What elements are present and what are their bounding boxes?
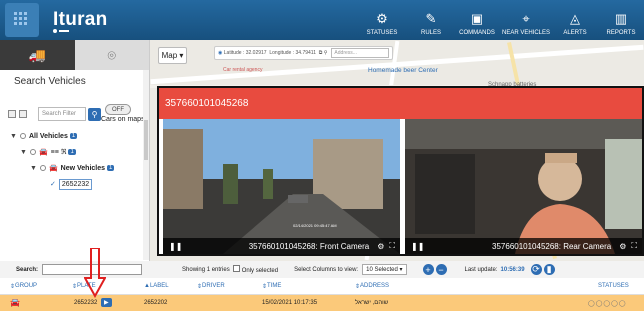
- app-logo-icon: [5, 3, 39, 37]
- settings-icon[interactable]: ⚙: [377, 242, 384, 251]
- tab-vehicles[interactable]: 🚚: [0, 40, 75, 70]
- rear-camera-label: 357660101045268: Rear Camera: [492, 241, 612, 251]
- refresh-icon[interactable]: ⟳: [530, 264, 542, 275]
- vehicle-tree: ▼ All Vehicles 1 ▼ 🚘 ≡≡ ℜ1 ▼ 🚘 New Vehicles…: [0, 128, 149, 192]
- left-panel: 🚚 ⌾ Search Vehicles Search Filter ⚲ OFF …: [0, 40, 150, 261]
- car-icon: 🚘: [10, 298, 20, 307]
- caret-down-icon[interactable]: ▼: [10, 133, 17, 140]
- left-scrollbar[interactable]: [143, 70, 149, 260]
- main-nav: ⚙ STATUSES ✎ RULES ▣ COMMANDS ⌖ NEAR VEHICLE…: [356, 0, 644, 40]
- status-icons: ◯◯◯◯◯: [588, 301, 627, 307]
- commands-icon: ▣: [470, 11, 484, 26]
- poi-label: Homemade beer Center: [368, 67, 438, 74]
- last-update-time: 10:56:39: [500, 266, 525, 273]
- only-selected-checkbox[interactable]: Only selected: [232, 265, 278, 274]
- search-icon[interactable]: ⚲: [324, 50, 328, 56]
- search-filter-input[interactable]: Search Filter: [38, 107, 86, 121]
- cars-on-maps-label: Cars on maps: [101, 116, 145, 123]
- search-vehicles-title: Search Vehicles: [14, 76, 86, 87]
- nav-statuses[interactable]: ⚙ STATUSES: [356, 0, 408, 40]
- copy-icon[interactable]: ⧉: [319, 50, 323, 56]
- fullscreen-icon[interactable]: ⛶: [631, 241, 637, 251]
- cell-plate: 2652232: [74, 300, 98, 306]
- location-pin-icon: ◉: [218, 50, 223, 56]
- entries-count: Showing 1 entries: [182, 266, 230, 273]
- last-update-label: Last update:: [464, 266, 498, 273]
- search-label: Search:: [16, 266, 39, 273]
- nav-alerts[interactable]: ◬ ALERTS: [552, 0, 598, 40]
- tree-group[interactable]: ▼ 🚘 ≡≡ ℜ1: [0, 144, 149, 160]
- caret-down-icon[interactable]: ▼: [30, 165, 37, 172]
- car-icon: 🚘: [38, 149, 48, 156]
- truck-icon: 🚚: [28, 46, 46, 63]
- fullscreen-icon[interactable]: ⛶: [389, 241, 395, 251]
- collapse-all-icon[interactable]: [19, 110, 27, 118]
- col-time[interactable]: ⇕ TIME: [262, 283, 281, 290]
- cell-time: 15/02/2021 10:17:35: [262, 300, 318, 306]
- zoom-out-button[interactable]: −: [435, 264, 447, 275]
- nav-commands[interactable]: ▣ COMMANDS: [454, 0, 500, 40]
- alerts-icon: ◬: [570, 11, 580, 26]
- settings-icon[interactable]: ⚙: [619, 242, 626, 251]
- nav-rules[interactable]: ✎ RULES: [408, 0, 454, 40]
- col-statuses[interactable]: STATUSES: [598, 283, 629, 289]
- video-dialog: 357660101045268 02/14/2021 09:45:47 AM ❚…: [157, 86, 644, 256]
- car-icon: 🚘: [48, 165, 58, 172]
- play-pause-button[interactable]: ❚❚: [411, 242, 424, 251]
- col-group[interactable]: ⇕ GROUP: [10, 283, 37, 290]
- search-icon: ⚲: [91, 109, 98, 119]
- col-driver[interactable]: ⇕ DRIVER: [197, 283, 225, 290]
- tree-all-vehicles[interactable]: ▼ All Vehicles 1: [0, 128, 149, 144]
- nav-near-vehicles[interactable]: ⌖ NEAR VEHICLES: [500, 0, 552, 40]
- front-camera-image: [163, 119, 400, 254]
- pause-refresh-icon[interactable]: ▮: [543, 264, 555, 275]
- reports-icon: ▥: [614, 11, 628, 26]
- tab-locations[interactable]: ⌾: [74, 40, 149, 70]
- select-columns-label: Select Columns to view:: [294, 266, 359, 273]
- top-bar: Ituran ⚙ STATUSES ✎ RULES ▣ COMMANDS ⌖ NEAR …: [0, 0, 644, 40]
- col-plate[interactable]: ⇕ PLATE: [72, 283, 96, 290]
- map-type-dropdown[interactable]: Map ▾: [158, 47, 187, 64]
- video-camera-icon[interactable]: ▶: [101, 298, 112, 307]
- statuses-icon: ⚙: [376, 11, 388, 26]
- cell-label: 2652202: [144, 300, 168, 306]
- cell-address: שוהם, ישראל: [355, 300, 389, 306]
- near-vehicles-icon: ⌖: [522, 11, 530, 26]
- front-camera-label: 357660101045268: Front Camera: [248, 241, 370, 251]
- poi-label: Car rental agency: [223, 67, 263, 73]
- columns-select[interactable]: 10 Selected ▾: [362, 264, 407, 275]
- map-location-icon: ⌾: [107, 46, 116, 63]
- play-pause-button[interactable]: ❚❚: [169, 242, 182, 251]
- expand-all-icon[interactable]: [8, 110, 16, 118]
- vehicle-plate[interactable]: 2652232: [58, 178, 93, 190]
- front-camera-view[interactable]: 02/14/2021 09:45:47 AM ❚❚ 35766010104526…: [163, 119, 400, 254]
- rear-camera-image: [405, 119, 642, 254]
- caret-down-icon[interactable]: ▼: [20, 149, 27, 156]
- coordinate-bar: ◉ Latitude : 32.02917 Longitude : 34.794…: [214, 46, 394, 60]
- dialog-title: 357660101045268: [159, 88, 642, 119]
- tree-vehicle-item[interactable]: ✓ 2652232: [0, 176, 149, 192]
- col-address[interactable]: ⇕ ADDRESS: [355, 283, 389, 290]
- video-timestamp: 02/14/2021 09:45:47 AM: [293, 223, 337, 228]
- user-icon[interactable]: [52, 28, 72, 34]
- red-arrow-annotation: [84, 248, 106, 298]
- nav-reports[interactable]: ▥ REPORTS: [598, 0, 644, 40]
- rear-camera-view[interactable]: ❚❚ 357660101045268: Rear Camera ⚙ ⛶: [405, 119, 642, 254]
- tree-new-vehicles[interactable]: ▼ 🚘 New Vehicles 1: [0, 160, 149, 176]
- address-search-input[interactable]: Address...: [331, 48, 390, 58]
- check-icon: ✓: [50, 181, 56, 188]
- col-label[interactable]: ▲ LABEL: [144, 283, 169, 289]
- zoom-in-button[interactable]: +: [422, 264, 434, 275]
- rules-icon: ✎: [425, 11, 437, 26]
- cars-on-maps-toggle[interactable]: OFF: [105, 104, 131, 115]
- search-button[interactable]: ⚲: [88, 107, 101, 121]
